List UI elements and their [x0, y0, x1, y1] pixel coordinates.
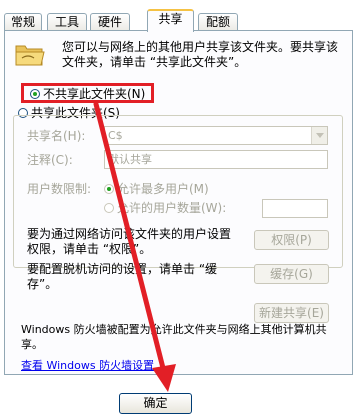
tab-quota[interactable]: 配额 [198, 13, 238, 30]
tab-general[interactable]: 常规 [4, 13, 42, 30]
comment-label: 注释(C): [27, 153, 73, 167]
sharing-intro-text: 您可以与网络上的其他用户共享该文件夹。要共享该文件夹，请单击 “共享此文件夹”。 [62, 40, 339, 69]
new-share-button[interactable]: 新建共享(E) [254, 303, 329, 323]
caching-text: 要配置脱机访问的设置，请单击 “缓存”。 [27, 262, 218, 291]
user-count-radio[interactable] [104, 203, 114, 213]
tab-hardware[interactable]: 硬件 [90, 13, 130, 30]
shared-folder-icon [15, 45, 45, 66]
caching-button[interactable]: 缓存(G) [254, 264, 329, 284]
tab-sharing[interactable]: 共享 [147, 9, 194, 32]
share-name-combobox[interactable]: C$ [104, 126, 328, 145]
tab-bar: 常规 工具 硬件 共享 配额 [4, 9, 353, 32]
share-name-value: C$ [108, 129, 123, 142]
permissions-text: 要为通过网络访问该文件夹的用户设置权限，请单击 “权限”。 [27, 227, 232, 256]
permissions-button[interactable]: 权限(P) [254, 230, 329, 250]
firewall-settings-link[interactable]: 查看 Windows 防火墙设置 [21, 357, 154, 373]
max-users-label[interactable]: 允许最多用户(M) [117, 182, 209, 196]
comment-input[interactable]: 默认共享 [104, 150, 328, 169]
highlight-box [21, 83, 154, 103]
user-count-label[interactable]: 允许的用户数量(W): [117, 201, 226, 215]
chevron-down-icon[interactable] [311, 127, 327, 144]
share-name-label: 共享名(H): [27, 129, 86, 143]
user-limit-label: 用户数限制: [27, 182, 92, 196]
ok-button[interactable]: 确定 [119, 393, 192, 414]
max-users-radio[interactable] [104, 184, 114, 194]
user-count-input[interactable] [262, 199, 328, 218]
tab-tools[interactable]: 工具 [47, 13, 87, 30]
firewall-text: Windows 防火墙被配置为允许此文件夹与网络上其他计算机共享。 [21, 323, 327, 351]
